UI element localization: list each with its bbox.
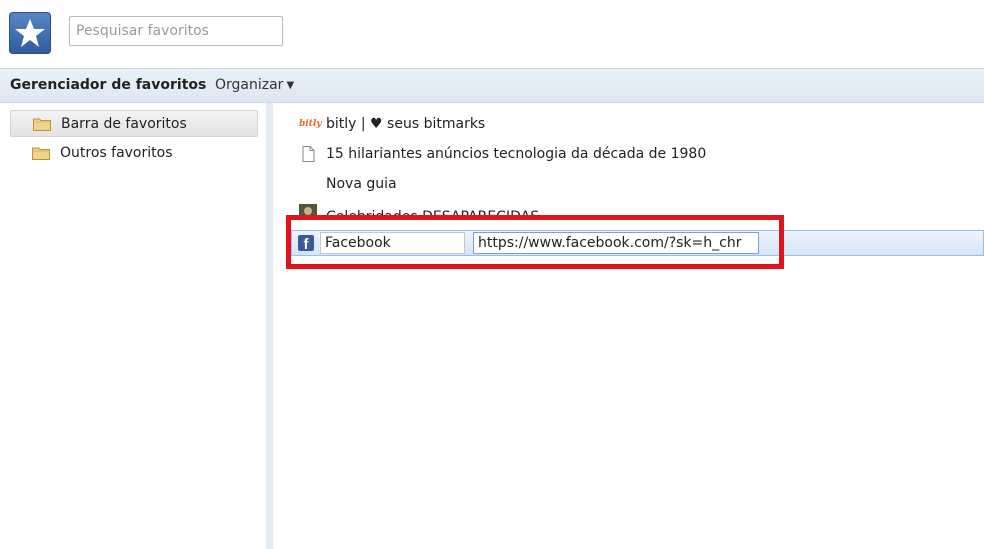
page-icon bbox=[302, 146, 315, 162]
list-item[interactable]: 15 hilariantes anúncios tecnologia da dé… bbox=[273, 140, 984, 168]
sidebar-item-label: Barra de favoritos bbox=[61, 116, 187, 132]
list-item[interactable]: Nova guia bbox=[273, 170, 984, 198]
folder-tree: Barra de favoritos Outros favoritos bbox=[0, 103, 266, 549]
bookmark-list: bitly bitly | ♥ seus bitmarks 15 hilaria… bbox=[273, 103, 984, 549]
bookmarks-logo bbox=[9, 12, 51, 54]
sidebar-item-bookmarks-bar[interactable]: Barra de favoritos bbox=[10, 110, 258, 137]
sidebar-item-label: Outros favoritos bbox=[60, 145, 173, 161]
organize-menu[interactable]: Organizar ▼ bbox=[215, 77, 294, 93]
organize-label: Organizar bbox=[215, 77, 284, 93]
bookmark-title: 15 hilariantes anúncios tecnologia da dé… bbox=[326, 146, 707, 162]
star-icon bbox=[15, 19, 45, 47]
list-item[interactable]: bitly bitly | ♥ seus bitmarks bbox=[273, 110, 984, 138]
highlight-box bbox=[286, 215, 784, 269]
search-input[interactable] bbox=[69, 16, 283, 46]
pane-splitter[interactable] bbox=[266, 103, 273, 549]
list-item[interactable]: Celebridades DESAPARECIDAS bbox=[273, 200, 984, 216]
chevron-down-icon: ▼ bbox=[286, 80, 295, 91]
page-title: Gerenciador de favoritos bbox=[10, 77, 207, 93]
bookmark-title: Celebridades DESAPARECIDAS bbox=[326, 200, 539, 216]
header bbox=[0, 0, 984, 69]
folder-icon bbox=[33, 118, 51, 131]
toolbar: Gerenciador de favoritos Organizar ▼ bbox=[0, 69, 984, 103]
bookmark-title: Nova guia bbox=[326, 176, 397, 192]
folder-icon bbox=[32, 147, 50, 160]
sidebar-item-other-bookmarks[interactable]: Outros favoritos bbox=[10, 140, 258, 167]
bookmark-title: bitly | ♥ seus bitmarks bbox=[326, 116, 486, 132]
bitly-icon: bitly bbox=[299, 119, 322, 129]
